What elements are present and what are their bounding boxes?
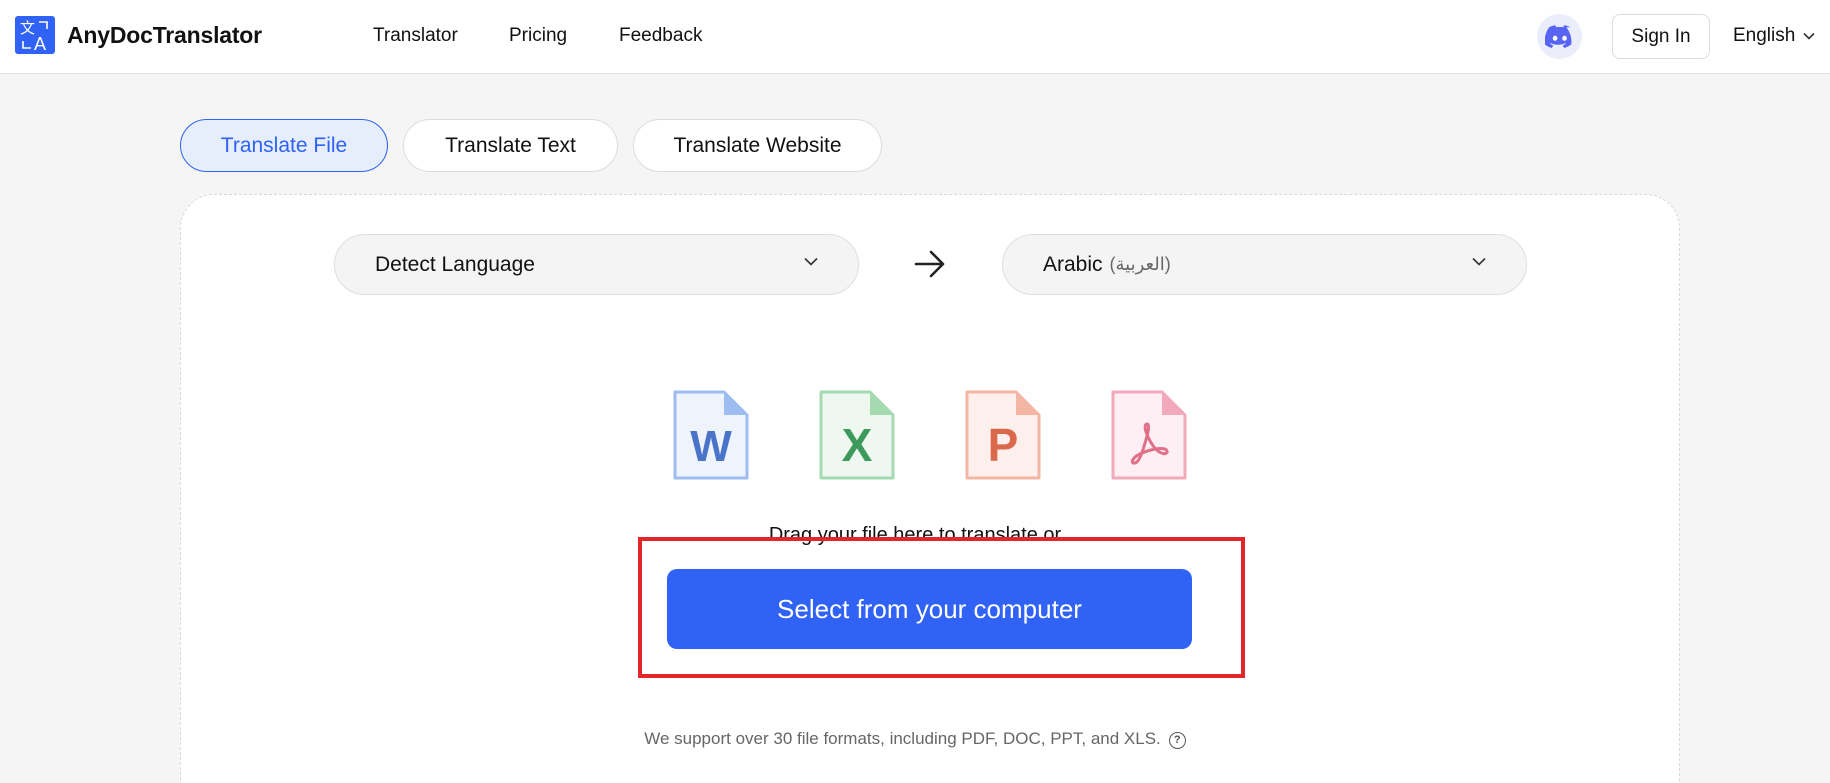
site-language-selector[interactable]: English [1733, 25, 1815, 47]
word-file-icon: W [673, 390, 749, 480]
tab-translate-website[interactable]: Translate Website [633, 119, 882, 172]
arrow-right-icon[interactable] [913, 248, 947, 280]
excel-file-icon: X [819, 390, 895, 480]
source-language-select[interactable]: Detect Language [334, 234, 859, 295]
svg-text:文: 文 [20, 19, 35, 37]
drag-drop-text: Drag your file here to translate or [768, 524, 1062, 546]
sign-in-button[interactable]: Sign In [1612, 14, 1710, 59]
nav-translator[interactable]: Translator [373, 25, 458, 47]
chevron-down-icon [1803, 32, 1815, 40]
tab-translate-text[interactable]: Translate Text [403, 119, 618, 172]
svg-text:A: A [34, 34, 46, 54]
target-language-label: Arabic [1043, 252, 1103, 276]
nav-pricing[interactable]: Pricing [509, 25, 567, 47]
svg-text:P: P [988, 419, 1019, 471]
target-language-native: (العربية) [1109, 254, 1171, 274]
powerpoint-file-icon: P [965, 390, 1041, 480]
svg-text:W: W [690, 422, 732, 471]
nav-feedback[interactable]: Feedback [619, 25, 702, 47]
site-language-label: English [1733, 25, 1796, 46]
help-icon[interactable]: ? [1168, 731, 1186, 749]
source-language-label: Detect Language [375, 252, 535, 276]
pdf-file-icon [1111, 390, 1187, 480]
discord-icon [1544, 25, 1571, 48]
supported-formats-label: We support over 30 file formats, includi… [644, 729, 1161, 748]
chevron-down-icon [804, 257, 818, 266]
supported-formats-text: We support over 30 file formats, includi… [0, 729, 1830, 749]
select-from-computer-button[interactable]: Select from your computer [667, 569, 1192, 649]
translate-logo-icon[interactable]: 文 A [15, 16, 55, 54]
discord-button[interactable] [1537, 14, 1582, 59]
svg-text:X: X [842, 419, 873, 471]
target-language-select[interactable]: Arabic (العربية) [1002, 234, 1527, 295]
tab-translate-file[interactable]: Translate File [180, 119, 388, 172]
top-header: 文 A AnyDocTranslator Translator Pricing … [0, 0, 1830, 74]
chevron-down-icon [1472, 257, 1486, 266]
brand-name[interactable]: AnyDocTranslator [67, 22, 262, 49]
